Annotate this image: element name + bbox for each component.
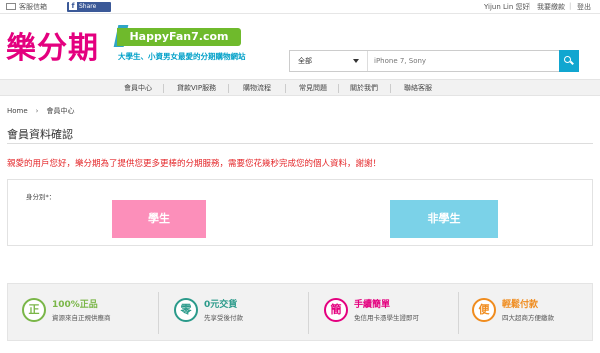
identity-label: 身分別*：	[26, 193, 56, 201]
search-input[interactable]	[372, 51, 552, 71]
feature-title: 輕鬆付款	[502, 300, 539, 310]
search-bar: 全部	[289, 50, 579, 72]
nav-faq[interactable]: 常見問題	[299, 83, 327, 93]
facebook-share-button[interactable]: f Share	[67, 2, 111, 12]
main-nav: 會員中心 貸款VIP服務 購物流程 常見問題 關於我們 聯絡客服	[0, 79, 600, 96]
user-greeting: Yijun Lin 您好	[484, 3, 530, 11]
nav-divider	[285, 84, 286, 93]
breadcrumb-current: 會員中心	[46, 107, 75, 115]
brand-tagline: 大學生、小資男女最愛的分期購物網站	[118, 52, 246, 61]
non-student-button[interactable]: 非學生	[390, 200, 498, 238]
feature-desc: 四大超商方便繳款	[502, 314, 554, 322]
logout-link[interactable]: 登出	[577, 2, 591, 12]
identity-selection-box: 身分別*： 學生 非學生	[7, 179, 593, 246]
search-icon-handle	[570, 60, 574, 65]
nav-vip-loan[interactable]: 貸款VIP服務	[177, 83, 216, 93]
nav-contact[interactable]: 聯絡客服	[404, 83, 432, 93]
my-payment-link[interactable]: 我要繳款	[537, 2, 565, 12]
chevron-down-icon	[353, 59, 359, 63]
feature-desc: 資源來自正規供應商	[52, 314, 111, 322]
feature-title: 手續簡單	[354, 300, 391, 310]
nav-divider	[390, 84, 391, 93]
nav-divider	[338, 84, 339, 93]
facebook-icon: f	[69, 2, 77, 10]
title-divider	[7, 143, 593, 144]
nav-about-us[interactable]: 關於我們	[350, 83, 378, 93]
breadcrumb: Home › 會員中心	[7, 106, 74, 116]
notice-message: 親愛的用戶您好，樂分期為了提供您更多更棒的分期服務，需要您花幾秒完成您的個人資料…	[7, 159, 382, 169]
zero-icon: 零	[174, 298, 198, 322]
feature-divider	[458, 292, 459, 334]
divider: |	[569, 2, 572, 10]
category-selected-value: 全部	[298, 57, 312, 65]
header: 樂分期 HappyFan7.com 大學生、小資男女最愛的分期購物網站 全部	[0, 15, 600, 73]
feature-divider	[308, 292, 309, 334]
search-button[interactable]	[559, 50, 579, 72]
divider: |	[528, 2, 531, 10]
feature-divider	[158, 292, 159, 334]
convenience-icon: 便	[472, 298, 496, 322]
breadcrumb-home[interactable]: Home	[7, 107, 28, 115]
top-bar: 客服信箱 f Share Yijun Lin 您好 | 我要繳款 | 登出	[0, 0, 600, 14]
features-bar: 正 100%正品 資源來自正規供應商 零 0元交貨 先享受後付款 簡 手續簡單 …	[7, 283, 593, 341]
facebook-share-label: Share	[79, 3, 97, 10]
feature-desc: 先享受後付款	[204, 314, 243, 322]
page-title: 會員資料確認	[7, 128, 73, 141]
simple-icon: 簡	[324, 298, 348, 322]
nav-shopping-flow[interactable]: 購物流程	[243, 83, 271, 93]
nav-member-center[interactable]: 會員中心	[124, 83, 152, 93]
brand-logo-en[interactable]: HappyFan7.com	[117, 28, 241, 46]
feature-title: 0元交貨	[204, 300, 238, 310]
customer-service-link[interactable]: 客服信箱	[19, 2, 47, 12]
mail-icon	[6, 3, 16, 10]
genuine-icon: 正	[22, 298, 46, 322]
feature-desc: 免信用卡憑學生證即可	[354, 314, 419, 322]
nav-divider	[163, 84, 164, 93]
feature-title: 100%正品	[52, 300, 98, 310]
chevron-right-icon: ›	[35, 107, 39, 115]
nav-divider	[228, 84, 229, 93]
student-button[interactable]: 學生	[112, 200, 206, 238]
brand-logo-cn[interactable]: 樂分期	[6, 23, 99, 67]
